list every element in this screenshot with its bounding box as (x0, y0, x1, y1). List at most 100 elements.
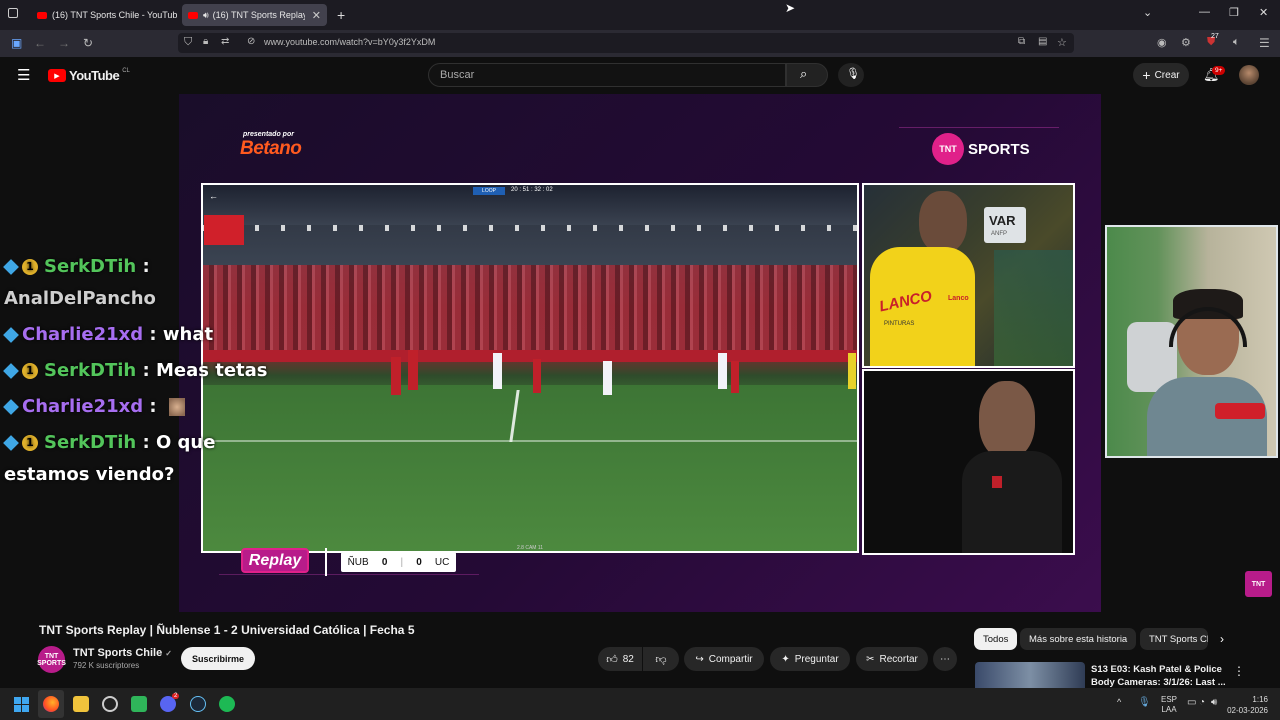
channel-name[interactable]: TNT Sports Chile ✓ (73, 647, 172, 659)
url-text[interactable]: www.youtube.com/watch?v=bY0y3f2YxDM (264, 37, 435, 47)
chat-username: SerkDTih (44, 432, 137, 453)
voice-search-button[interactable]: 🎙︎ (838, 63, 864, 87)
tray-overflow-chevron-icon[interactable]: ^ (1117, 697, 1121, 707)
youtube-wordmark: YouTube (69, 68, 120, 83)
like-button[interactable]: 👍︎ 82 (598, 647, 642, 671)
puzzle-icon[interactable]: ⚙ (1181, 36, 1191, 49)
channel-avatar[interactable]: TNT SPORTS (37, 646, 66, 673)
tab-overflow-chevron-icon[interactable]: ⌄ (1143, 6, 1152, 19)
camera-label: 2.8 CAM 11 (517, 545, 544, 551)
streamer-webcam (1105, 225, 1278, 458)
search-button[interactable]: ⌕ (786, 63, 828, 87)
clip-button[interactable]: ✂ Recortar (856, 647, 928, 671)
forward-icon[interactable]: → (58, 36, 70, 50)
tab-tnt-sports-replay[interactable]: 🔊︎ (16) TNT Sports Replay | Ñublens ✕ (182, 4, 327, 26)
chat-text: O que (155, 432, 216, 453)
lock-icon[interactable]: 🔒︎ (203, 36, 208, 47)
permissions-icon[interactable]: ⇄ (221, 36, 229, 47)
chip-more-story[interactable]: Más sobre esta historia (1020, 628, 1137, 650)
maximize-button[interactable]: ❐ (1229, 6, 1239, 19)
speaker-icon[interactable]: 🔊︎ (203, 10, 209, 21)
chat-message: 1 SerkDTih : O que (3, 432, 216, 453)
more-icon: ⋯ (940, 653, 950, 665)
reload-icon[interactable]: ↻ (83, 36, 93, 50)
minimize-button[interactable]: — (1199, 6, 1210, 18)
recommended-title-line2[interactable]: Body Cameras: 3/1/26: Last ... (1091, 677, 1226, 688)
channel-name-text[interactable]: TNT Sports Chile (73, 647, 162, 659)
chip-tnt-sports[interactable]: TNT Sports Ch (1140, 628, 1208, 650)
home-goals: 0 (381, 556, 388, 568)
replay-main-camera: ← LOOP 20 : 51 : 32 : 02 2.8 CAM 11 (201, 183, 859, 553)
volume-tray-icon[interactable]: 🔊︎ (1211, 697, 1217, 708)
shield-icon[interactable]: ⛉ (184, 36, 192, 49)
bookmark-star-icon[interactable]: ☆ (1057, 36, 1067, 49)
clock-time: 1:16 (1252, 695, 1268, 704)
firefox-taskbar-icon[interactable] (38, 690, 64, 718)
recommended-title-line1[interactable]: S13 E03: Kash Patel & Police (1091, 664, 1222, 675)
sponsor-presented-by: presentado por (243, 131, 294, 138)
player-white (603, 361, 612, 395)
var-label: VAR (989, 213, 1016, 228)
subscribe-button[interactable]: Suscribirme (181, 647, 255, 670)
cube-badge-icon (3, 327, 19, 343)
windows-start-icon[interactable] (14, 697, 29, 712)
share-label: Compartir (708, 653, 753, 665)
replay-logo: Replay (241, 548, 309, 573)
clock[interactable]: 1:16 02-03-2026 (1224, 694, 1268, 716)
video-title: TNT Sports Replay | Ñublense 1 - 2 Unive… (39, 623, 415, 637)
new-tab-button[interactable]: + (337, 7, 345, 23)
scoreboard: ÑUB 0 | 0 UC (341, 552, 456, 572)
reader-view-icon[interactable]: ▤ (1038, 36, 1047, 47)
youtube-favicon-icon (188, 11, 198, 19)
app-green-icon[interactable] (131, 696, 147, 712)
ask-button[interactable]: ✦ Preguntar (770, 647, 850, 671)
recommended-more-icon[interactable]: ⋮ (1233, 664, 1245, 678)
cube-badge-icon (3, 399, 19, 415)
youtube-play-icon: ▶ (48, 69, 66, 82)
spotify-icon[interactable] (219, 696, 235, 712)
more-actions-button[interactable]: ⋯ (933, 647, 957, 671)
display-icon[interactable]: ▭ (1187, 697, 1196, 708)
thumbs-down-icon: 👎︎ (655, 653, 667, 666)
user-avatar[interactable] (1239, 65, 1259, 85)
close-window-button[interactable]: ✕ (1259, 6, 1268, 19)
create-button[interactable]: + Crear (1133, 63, 1189, 87)
sub-badge-icon: 1 (22, 259, 38, 275)
close-tab-icon[interactable]: ✕ (306, 9, 321, 22)
replay-divider (325, 548, 327, 576)
chat-message: 1 SerkDTih : (3, 256, 150, 277)
chat-message-continuation: AnalDelPancho (4, 288, 156, 309)
picture-in-picture-icon[interactable]: ⧉ (1018, 36, 1025, 47)
back-arrow-icon: ← (209, 191, 218, 201)
sidebar-toggle-icon[interactable]: ▣ (11, 36, 22, 50)
extension-icon[interactable]: ◉ (1157, 36, 1167, 49)
chips-next-chevron-icon[interactable]: › (1220, 632, 1224, 646)
tnt-watermark-logo: TNT (1245, 571, 1272, 597)
recommended-thumbnail[interactable] (975, 662, 1085, 688)
share-button[interactable]: ↪ Compartir (684, 647, 764, 671)
back-icon[interactable]: ← (34, 36, 46, 50)
tab-tnt-sports-chile[interactable]: (16) TNT Sports Chile - YouTube ✕ (31, 4, 177, 26)
microphone-tray-icon[interactable]: 🎙︎ (1138, 697, 1151, 708)
language-indicator[interactable]: ESP LAA (1161, 695, 1177, 715)
chip-all[interactable]: Todos (974, 628, 1018, 650)
hamburger-menu-icon[interactable]: ☰ (17, 66, 30, 84)
var-monitor (994, 250, 1073, 366)
volume-icon[interactable]: 🔈︎ (1233, 36, 1240, 49)
settings-gear-icon[interactable] (102, 696, 118, 712)
file-explorer-icon[interactable] (73, 696, 89, 712)
search-input[interactable]: Buscar (428, 63, 786, 87)
steam-icon[interactable] (190, 696, 206, 712)
tnt-sports-wordmark: SPORTS (968, 140, 1030, 158)
notifications-badge: 9+ (1212, 66, 1226, 75)
autoplay-blocked-icon[interactable]: ⊘ (247, 36, 255, 47)
tab-list-icon[interactable] (8, 8, 18, 18)
coach-head (979, 381, 1035, 459)
dislike-button[interactable]: 👎︎ (643, 647, 679, 671)
network-icon[interactable]: ◔ (1199, 697, 1205, 708)
share-icon: ↪ (695, 653, 704, 665)
youtube-logo[interactable]: ▶ YouTube CL (48, 68, 130, 83)
menu-icon[interactable]: ☰ (1259, 36, 1270, 50)
chat-message-continuation: estamos viendo? (4, 464, 175, 485)
ublock-count-badge: 27 (1211, 33, 1219, 40)
